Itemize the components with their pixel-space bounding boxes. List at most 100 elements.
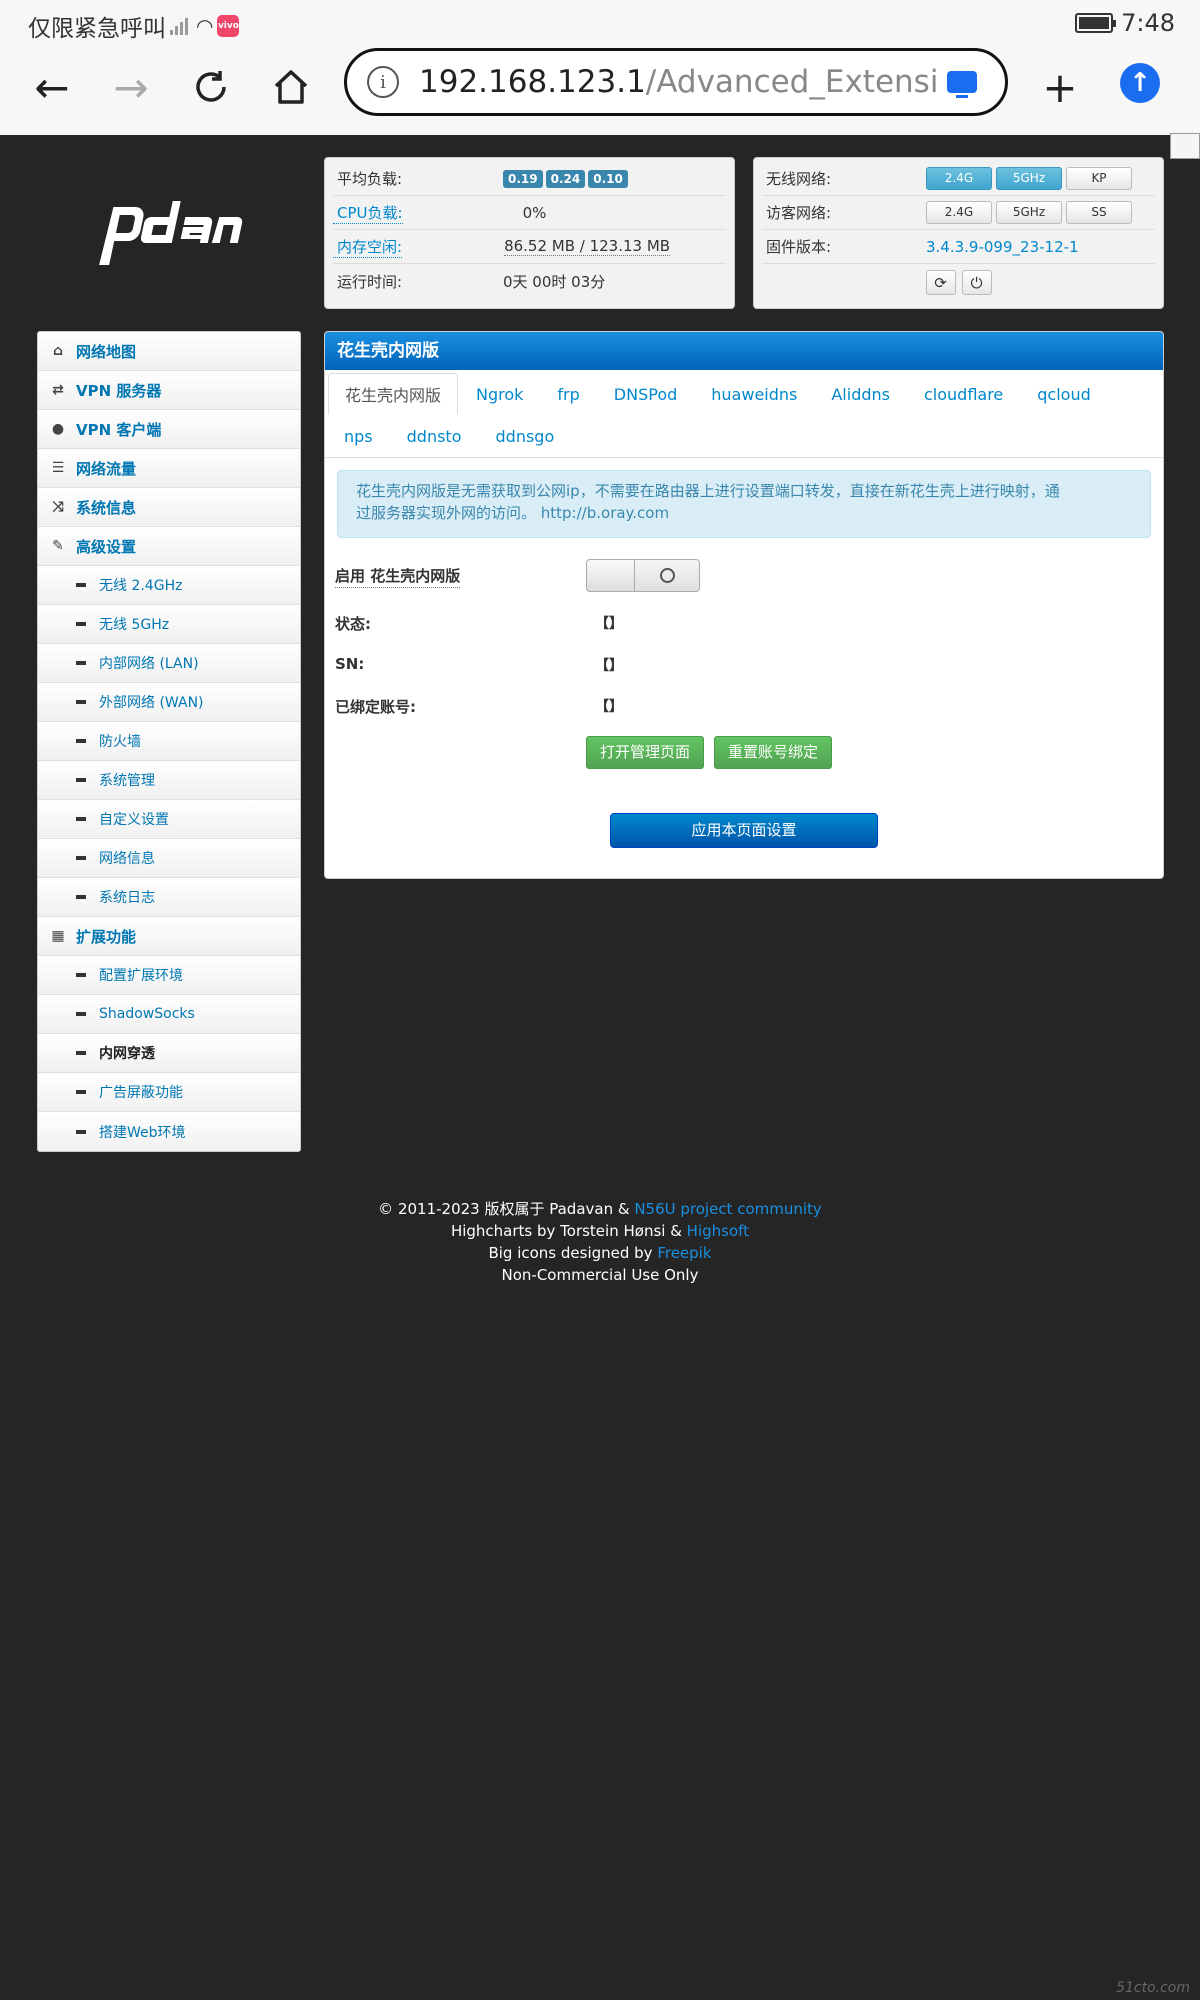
site-info-icon[interactable]: i: [367, 66, 399, 98]
sidebar-item-label: 搭建Web环境: [99, 1124, 186, 1141]
bullet-dash-icon: [76, 1129, 86, 1134]
sidebar-item-lan[interactable]: 内部网络 (LAN): [38, 644, 300, 683]
sidebar-item-intranet[interactable]: 内网穿透: [38, 1034, 300, 1073]
reset-binding-button[interactable]: 重置账号绑定: [714, 736, 833, 769]
android-status-bar: 仅限紧急呼叫 ◠ vivo 7:48: [0, 0, 1200, 45]
cpu-load-link[interactable]: CPU负载:: [333, 202, 403, 224]
sidebar-item-vpn-client[interactable]: ● VPN 客户端: [38, 410, 300, 449]
wireless-5g-button[interactable]: 5GHz: [996, 167, 1062, 190]
reload-icon[interactable]: [181, 57, 241, 117]
sidebar-item-system-info[interactable]: ⤨ 系统信息: [38, 488, 300, 527]
sidebar-item-wireless-24[interactable]: 无线 2.4GHz: [38, 566, 300, 605]
wrench-icon: ✎: [52, 538, 64, 554]
logo-svg: [99, 201, 243, 265]
refresh-icon[interactable]: ⟳: [925, 270, 956, 295]
desktop-mode-icon[interactable]: [947, 71, 977, 98]
site-watermark-logo: 51cto.com: [1116, 1980, 1190, 1996]
reload-svg: [196, 71, 226, 102]
sidebar-item-label: VPN 客户端: [76, 420, 162, 439]
tab-oray[interactable]: 花生壳内网版: [328, 373, 459, 415]
sidebar-item-custom[interactable]: 自定义设置: [38, 800, 300, 839]
cpu-row: CPU负载: 0%: [333, 196, 726, 230]
url-path: /Advanced_Extension: [645, 64, 939, 100]
url-text[interactable]: 192.168.123.1/Advanced_Extension: [419, 64, 939, 100]
freepik-link[interactable]: Freepik: [657, 1244, 711, 1262]
highsoft-link[interactable]: Highsoft: [687, 1222, 749, 1240]
n56u-community-link[interactable]: N56U project community: [634, 1200, 821, 1218]
sidebar-item-adblock[interactable]: 广告屏蔽功能: [38, 1073, 300, 1112]
guest-5g-button[interactable]: 5GHz: [996, 201, 1062, 224]
firmware-row: 固件版本: 3.4.3.9-099_23-12-1: [762, 230, 1155, 264]
bullet-dash-icon: [76, 817, 86, 821]
tab-ngrok[interactable]: Ngrok: [460, 373, 539, 415]
sidebar-item-label: 系统日志: [99, 890, 155, 906]
sidebar-item-label: 防火墙: [99, 734, 141, 750]
wifi-icon: ◠: [196, 14, 214, 38]
sidebar-item-network-map[interactable]: ⌂ 网络地图: [38, 332, 300, 371]
enable-label-text: 启用 花生壳内网版: [335, 567, 461, 588]
load-5min-badge: 0.24: [545, 170, 586, 188]
sidebar-item-wan[interactable]: 外部网络 (WAN): [38, 683, 300, 722]
tab-ddnsto[interactable]: ddnsto: [391, 415, 478, 457]
footer-icons: Big icons designed by Freepik: [0, 1242, 1200, 1264]
home-icon: ⌂: [52, 343, 64, 359]
sidebar-item-advanced[interactable]: ✎ 高级设置: [38, 527, 300, 566]
sidebar-item-web-env[interactable]: 搭建Web环境: [38, 1112, 300, 1151]
sidebar-item-shadowsocks[interactable]: ShadowSocks: [38, 995, 300, 1034]
sidebar-item-label: 配置扩展环境: [99, 968, 183, 984]
wireless-kp-button[interactable]: KP: [1066, 167, 1132, 190]
tab-frp[interactable]: frp: [541, 373, 595, 415]
carrier-text: 仅限紧急呼叫: [28, 16, 166, 42]
sidebar-item-network-info[interactable]: 网络信息: [38, 839, 300, 878]
sidebar-item-label: 系统信息: [76, 498, 137, 517]
address-bar[interactable]: i 192.168.123.1/Advanced_Extension: [344, 48, 1008, 116]
enable-toggle-switch[interactable]: [586, 559, 700, 592]
sidebar-item-system-log[interactable]: 系统日志: [38, 878, 300, 917]
sidebar-item-label: 内网穿透: [99, 1046, 155, 1062]
status-label: 状态:: [335, 615, 371, 633]
network-status-panel: 无线网络: 2.4G 5GHz KP 访客网络: 2.4G 5GHz SS 固件…: [753, 157, 1164, 309]
bullet-dash-icon: [76, 856, 86, 860]
tab-ddnsgo[interactable]: ddnsgo: [480, 415, 571, 457]
new-tab-plus-icon[interactable]: +: [1030, 57, 1090, 117]
sn-value: 【】: [595, 658, 623, 674]
memory-free-link[interactable]: 内存空闲:: [333, 236, 403, 258]
tab-cloudflare[interactable]: cloudflare: [908, 373, 1019, 415]
open-admin-page-button[interactable]: 打开管理页面: [586, 736, 705, 769]
firmware-version-link[interactable]: 3.4.3.9-099_23-12-1: [926, 238, 1079, 256]
sidebar-item-extensions[interactable]: ▦ 扩展功能: [38, 917, 300, 956]
guest-ss-button[interactable]: SS: [1066, 201, 1132, 224]
footer-icons-text: Big icons designed by: [488, 1244, 658, 1262]
bullet-dash-icon: [76, 622, 86, 626]
bound-account-value: 【】: [595, 699, 623, 715]
bullet-dash-icon: [76, 778, 86, 782]
sidebar-item-label: VPN 服务器: [76, 381, 162, 400]
forward-arrow-icon[interactable]: →: [101, 57, 161, 117]
sidebar-item-firewall[interactable]: 防火墙: [38, 722, 300, 761]
power-icon[interactable]: ⏻: [961, 270, 992, 295]
sidebar-item-traffic[interactable]: ☰ 网络流量: [38, 449, 300, 488]
sidebar-item-ext-config[interactable]: 配置扩展环境: [38, 956, 300, 995]
sidebar-item-wireless-5[interactable]: 无线 5GHz: [38, 605, 300, 644]
tab-dnspod[interactable]: DNSPod: [598, 373, 693, 415]
apply-settings-button[interactable]: 应用本页面设置: [610, 813, 878, 848]
sidebar-item-vpn-server[interactable]: ⇄ VPN 服务器: [38, 371, 300, 410]
guest-2g-button[interactable]: 2.4G: [926, 201, 992, 224]
tab-qcloud[interactable]: qcloud: [1021, 373, 1106, 415]
tab-bar: 花生壳内网版 Ngrok frp DNSPod huaweidns Aliddn…: [325, 370, 1163, 458]
wireless-row: 无线网络: 2.4G 5GHz KP: [762, 162, 1155, 196]
home-icon[interactable]: [261, 57, 321, 117]
sidebar-item-administration[interactable]: 系统管理: [38, 761, 300, 800]
corner-tab-stub[interactable]: [1170, 133, 1200, 159]
tab-aliddns[interactable]: Aliddns: [815, 373, 906, 415]
tab-nps[interactable]: nps: [328, 415, 389, 457]
status-value: 【】: [595, 616, 623, 632]
page-footer: © 2011-2023 版权属于 Padavan & N56U project …: [0, 1198, 1200, 1286]
wireless-2g-button[interactable]: 2.4G: [926, 167, 992, 190]
clock: 7:48: [1121, 9, 1175, 37]
tab-huaweidns[interactable]: huaweidns: [695, 373, 813, 415]
random-icon: ⤨: [52, 499, 64, 515]
back-arrow-icon[interactable]: ←: [22, 57, 82, 117]
memory-row: 内存空闲: 86.52 MB / 123.13 MB: [333, 230, 726, 264]
upload-arrow-icon[interactable]: ↑: [1120, 63, 1160, 103]
